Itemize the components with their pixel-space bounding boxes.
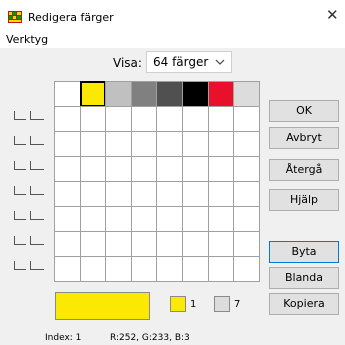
palette-cell[interactable] xyxy=(182,131,209,157)
palette-cell[interactable] xyxy=(54,81,81,107)
cancel-button[interactable]: Avbryt xyxy=(269,127,339,149)
window-title: Redigera färger xyxy=(28,11,114,24)
palette-cell[interactable] xyxy=(156,156,183,182)
palette-cell[interactable] xyxy=(130,106,158,132)
palette-cell[interactable] xyxy=(233,181,260,207)
palette-cell[interactable] xyxy=(130,256,158,282)
palette-cell[interactable] xyxy=(182,206,209,232)
row-marker xyxy=(14,236,48,246)
palette-cell[interactable] xyxy=(233,131,260,157)
current-color-preview xyxy=(55,292,150,320)
palette-cell[interactable] xyxy=(79,131,107,157)
palette-cell[interactable] xyxy=(79,206,107,232)
palette-cell[interactable] xyxy=(156,81,183,107)
palette-cell[interactable] xyxy=(79,181,107,207)
palette-cell[interactable] xyxy=(207,106,235,132)
palette-cell[interactable] xyxy=(233,81,260,107)
palette-cell[interactable] xyxy=(130,156,158,182)
palette-cell[interactable] xyxy=(156,231,183,257)
palette-cell[interactable] xyxy=(182,181,209,207)
palette-cell[interactable] xyxy=(233,256,260,282)
swap-button[interactable]: Byta xyxy=(269,241,339,263)
palette-cell[interactable] xyxy=(207,206,235,232)
palette-cell[interactable] xyxy=(233,206,260,232)
palette-cell[interactable] xyxy=(207,231,235,257)
palette-cell[interactable] xyxy=(79,231,107,257)
palette-cell[interactable] xyxy=(130,81,158,107)
status-bar: Index: 1 R:252, G:233, B:3 xyxy=(0,332,345,345)
palette-cell[interactable] xyxy=(79,256,107,282)
row-marker xyxy=(14,111,48,121)
palette-cell[interactable] xyxy=(182,256,209,282)
palette-cell[interactable] xyxy=(233,156,260,182)
palette-cell[interactable] xyxy=(105,156,132,182)
status-index: Index: 1 xyxy=(45,333,82,343)
row-marker xyxy=(14,186,48,196)
palette-icon xyxy=(8,11,22,23)
palette-cell[interactable] xyxy=(207,256,235,282)
palette-cell[interactable] xyxy=(207,181,235,207)
help-button[interactable]: Hjälp xyxy=(269,189,339,211)
menu-bar: Verktyg xyxy=(0,30,345,48)
palette-cell[interactable] xyxy=(182,156,209,182)
chevron-down-icon xyxy=(215,59,225,65)
revert-button[interactable]: Återgå xyxy=(269,159,339,181)
secondary-swatch-label: 7 xyxy=(234,299,241,310)
palette-cell[interactable] xyxy=(233,231,260,257)
palette-grid xyxy=(54,81,260,282)
palette-cell[interactable] xyxy=(105,206,132,232)
palette-cell[interactable] xyxy=(105,181,132,207)
row-marker xyxy=(14,161,48,171)
palette-cell[interactable] xyxy=(79,156,107,182)
copy-button[interactable]: Kopiera xyxy=(269,293,339,315)
palette-cell[interactable] xyxy=(182,106,209,132)
palette-cell[interactable] xyxy=(233,106,260,132)
palette-cell[interactable] xyxy=(130,206,158,232)
palette-cell[interactable] xyxy=(54,106,81,132)
palette-cell[interactable] xyxy=(156,106,183,132)
palette-cell[interactable] xyxy=(207,81,235,107)
palette-cell[interactable] xyxy=(182,81,209,107)
status-rgb: R:252, G:233, B:3 xyxy=(110,333,190,343)
palette-cell[interactable] xyxy=(105,131,132,157)
primary-color-swatch[interactable] xyxy=(170,296,186,312)
close-icon[interactable]: ✕ xyxy=(326,8,339,23)
palette-cell[interactable] xyxy=(130,131,158,157)
palette-cell[interactable] xyxy=(130,181,158,207)
palette-cell[interactable] xyxy=(156,206,183,232)
palette-cell[interactable] xyxy=(105,81,132,107)
palette-cell[interactable] xyxy=(54,181,81,207)
palette-cell[interactable] xyxy=(156,181,183,207)
row-marker xyxy=(14,136,48,146)
palette-cell[interactable] xyxy=(156,131,183,157)
palette-cell[interactable] xyxy=(79,106,107,132)
palette-cell[interactable] xyxy=(105,231,132,257)
primary-swatch-label: 1 xyxy=(190,299,197,310)
color-count-select[interactable]: 64 färger xyxy=(146,51,232,73)
title-bar: Redigera färger ✕ xyxy=(0,0,345,30)
row-marker xyxy=(14,211,48,221)
palette-cell[interactable] xyxy=(79,81,107,107)
palette-cell[interactable] xyxy=(207,156,235,182)
palette-cell[interactable] xyxy=(54,131,81,157)
palette-cell[interactable] xyxy=(207,131,235,157)
color-count-value: 64 färger xyxy=(153,55,209,69)
palette-cell[interactable] xyxy=(105,256,132,282)
palette-cell[interactable] xyxy=(54,206,81,232)
blend-button[interactable]: Blanda xyxy=(269,267,339,289)
secondary-color-swatch[interactable] xyxy=(214,296,230,312)
show-label: Visa: xyxy=(113,56,142,70)
menu-verktyg[interactable]: Verktyg xyxy=(6,33,48,46)
palette-cell[interactable] xyxy=(54,256,81,282)
ok-button[interactable]: OK xyxy=(269,100,339,122)
palette-cell[interactable] xyxy=(130,231,158,257)
row-marker xyxy=(14,261,48,271)
palette-cell[interactable] xyxy=(54,156,81,182)
palette-cell[interactable] xyxy=(105,106,132,132)
palette-cell[interactable] xyxy=(156,256,183,282)
palette-cell[interactable] xyxy=(182,231,209,257)
palette-cell[interactable] xyxy=(54,231,81,257)
